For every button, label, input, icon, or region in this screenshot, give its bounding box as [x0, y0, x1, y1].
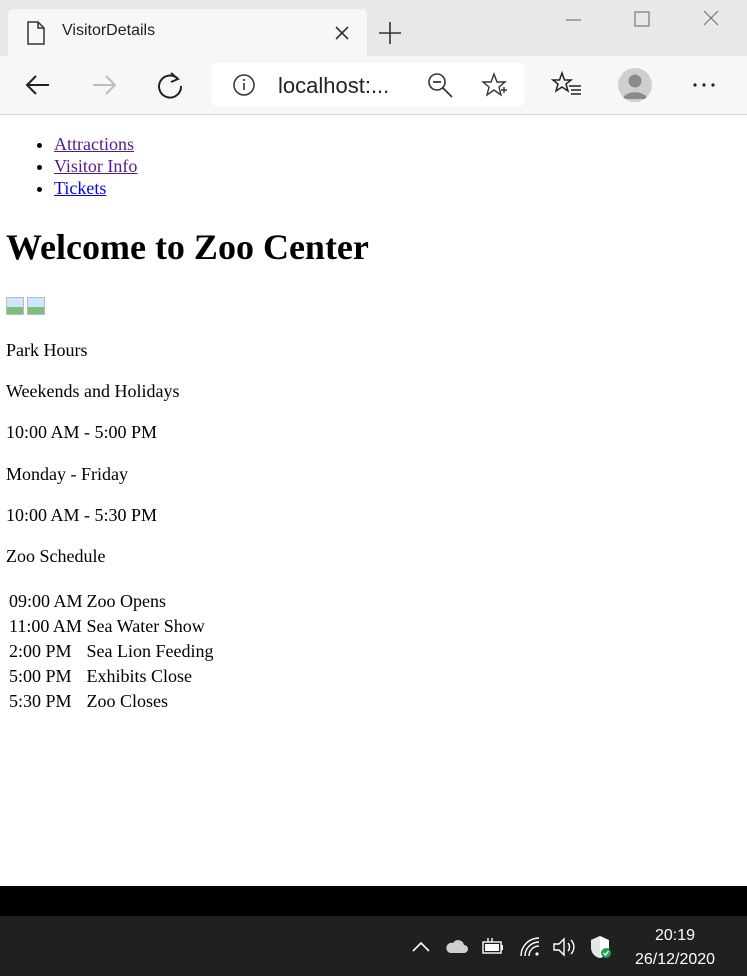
nav-link-tickets[interactable]: Tickets	[54, 178, 106, 198]
schedule-event: Sea Water Show	[86, 616, 205, 636]
black-band	[0, 886, 747, 916]
clock-time: 20:19	[654, 927, 696, 944]
schedule-event: Zoo Opens	[86, 591, 167, 611]
security-shield-icon[interactable]	[587, 934, 613, 960]
park-hours-title: Park Hours	[6, 340, 88, 360]
weekday-hours: 10:00 AM - 5:30 PM	[6, 505, 158, 525]
nav-item-visitor-info: Visitor Info	[54, 155, 137, 177]
table-row: 11:00 AM Sea Water Show	[8, 614, 215, 637]
cloud-icon[interactable]	[443, 934, 469, 960]
refresh-icon[interactable]	[154, 69, 186, 101]
schedule-event: Zoo Closes	[86, 691, 169, 711]
table-row: 5:30 PM Zoo Closes	[8, 689, 215, 712]
weekend-hours: 10:00 AM - 5:00 PM	[6, 422, 158, 442]
broken-image-icon	[27, 297, 45, 315]
maximize-icon[interactable]	[625, 6, 659, 34]
nav-link-attractions[interactable]: Attractions	[54, 134, 134, 154]
schedule-time: 5:30 PM	[9, 691, 72, 711]
forward-arrow-icon[interactable]	[88, 69, 120, 101]
wifi-icon[interactable]	[517, 934, 543, 960]
table-row: 5:00 PM Exhibits Close	[8, 664, 215, 687]
clock-date: 26/12/2020	[634, 951, 716, 968]
image-row	[6, 297, 48, 320]
schedule-time: 09:00 AM	[9, 591, 83, 611]
favorites-icon[interactable]	[551, 69, 583, 101]
schedule-time: 5:00 PM	[9, 666, 72, 686]
broken-image-icon	[6, 297, 24, 315]
user-icon	[623, 74, 647, 99]
schedule-time: 2:00 PM	[9, 641, 72, 661]
browser-toolbar: localhost:...	[0, 56, 747, 115]
battery-plug-icon[interactable]	[480, 934, 506, 960]
profile-avatar[interactable]	[618, 68, 652, 102]
site-nav: Attractions Visitor Info Tickets	[0, 133, 137, 199]
info-icon[interactable]	[232, 73, 256, 97]
close-tab-icon[interactable]	[331, 22, 353, 44]
schedule-event: Exhibits Close	[86, 666, 193, 686]
browser-tab[interactable]: VisitorDetails	[8, 9, 367, 56]
chevron-up-icon[interactable]	[408, 934, 434, 960]
minimize-icon[interactable]	[557, 6, 591, 34]
page-content: Attractions Visitor Info Tickets Welcome…	[0, 115, 747, 886]
page-icon	[27, 21, 45, 45]
new-tab-icon[interactable]	[376, 19, 404, 47]
more-options-icon[interactable]	[688, 69, 720, 101]
tab-title: VisitorDetails	[62, 22, 156, 39]
nav-link-visitor-info[interactable]: Visitor Info	[54, 156, 137, 176]
taskbar: 20:19 26/12/2020	[0, 916, 747, 976]
system-clock[interactable]: 20:19 26/12/2020	[620, 924, 730, 972]
table-row: 2:00 PM Sea Lion Feeding	[8, 639, 215, 662]
favorite-star-icon[interactable]	[480, 71, 508, 99]
url-text: localhost:...	[278, 73, 390, 98]
page-heading: Welcome to Zoo Center	[6, 227, 369, 267]
schedule-time: 11:00 AM	[9, 616, 82, 636]
schedule-event: Sea Lion Feeding	[86, 641, 214, 661]
browser-titlebar: VisitorDetails	[0, 0, 747, 56]
address-bar[interactable]: localhost:...	[212, 63, 524, 107]
nav-item-tickets: Tickets	[54, 177, 137, 199]
back-arrow-icon[interactable]	[22, 69, 54, 101]
schedule-title: Zoo Schedule	[6, 546, 106, 566]
nav-item-attractions: Attractions	[54, 133, 137, 155]
schedule-table: 09:00 AM Zoo Opens 11:00 AM Sea Water Show…	[6, 587, 217, 714]
weekend-label: Weekends and Holidays	[6, 381, 180, 401]
zoom-out-icon[interactable]	[426, 71, 454, 99]
weekday-label: Monday - Friday	[6, 464, 128, 484]
table-row: 09:00 AM Zoo Opens	[8, 589, 215, 612]
close-window-icon[interactable]	[694, 6, 728, 34]
volume-icon[interactable]	[551, 934, 577, 960]
